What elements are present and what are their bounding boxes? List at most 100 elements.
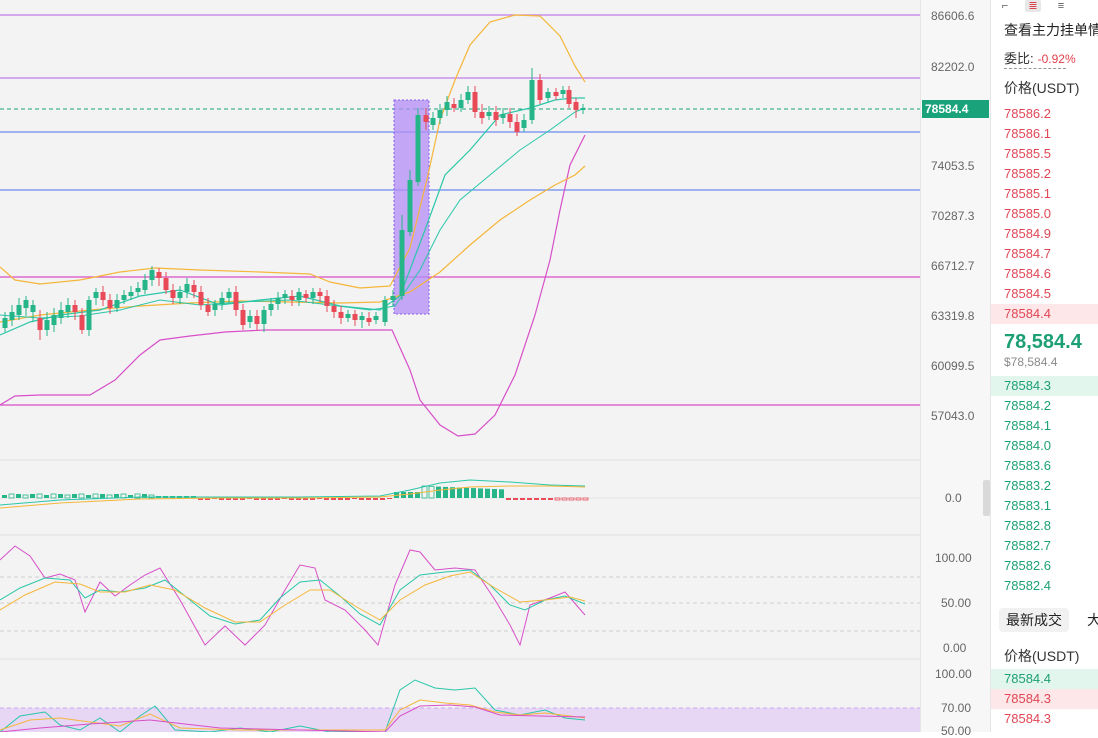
ask-price-row[interactable]: 78584.4	[1004, 304, 1051, 324]
candle-body	[580, 108, 586, 110]
candlestick-chart[interactable]	[0, 0, 920, 733]
macd-bar	[30, 494, 35, 498]
kdj-j-line	[0, 545, 586, 647]
view-large-orders-link[interactable]: 查看主力挂单情	[1004, 20, 1098, 40]
candle-body	[121, 295, 127, 300]
candle-body	[58, 310, 64, 318]
candle-body	[430, 118, 436, 125]
macd-bar	[575, 497, 582, 501]
pane-resize-handle[interactable]	[983, 480, 990, 516]
candle-body	[382, 300, 388, 322]
ask-price-row[interactable]: 78586.1	[1004, 124, 1051, 144]
candle-body	[465, 92, 471, 100]
view-both-icon[interactable]: ⌐	[997, 0, 1013, 12]
candle-body	[296, 292, 302, 300]
candle-body	[282, 294, 288, 298]
ask-price-row[interactable]: 78585.2	[1004, 164, 1051, 184]
candle-body	[529, 80, 535, 120]
candle-body	[493, 112, 499, 120]
bid-price-row[interactable]: 78582.7	[1004, 536, 1051, 556]
current-price-tag: 78584.4	[922, 100, 989, 118]
ma-teal-2	[0, 107, 586, 319]
candle-body	[423, 115, 429, 122]
trade-row: 78584.4	[1004, 671, 1051, 686]
bid-price-row[interactable]: 78582.8	[1004, 516, 1051, 536]
candle-body	[142, 280, 148, 290]
macd-bar	[428, 485, 435, 499]
candle-body	[51, 315, 57, 325]
candle-body	[521, 120, 527, 128]
candle-body	[128, 292, 134, 296]
ask-price-row[interactable]: 78584.7	[1004, 244, 1051, 264]
order-ratio: 委比: -0.92%	[1004, 48, 1076, 67]
ask-price-row[interactable]: 78585.5	[1004, 144, 1051, 164]
candle-body	[2, 318, 8, 328]
rsi-tick: 100.00	[935, 667, 972, 681]
macd-bar	[50, 493, 57, 499]
macd-bar	[387, 498, 392, 499]
macd-bar	[373, 498, 378, 500]
candle-body	[399, 230, 405, 296]
bollinger-lower	[0, 134, 586, 437]
price-tick: 66712.7	[931, 259, 975, 273]
macd-bar	[478, 488, 483, 498]
candle-body	[437, 110, 443, 118]
view-asks-icon[interactable]: ≣	[1025, 0, 1041, 12]
bid-price-row[interactable]: 78583.1	[1004, 496, 1051, 516]
candle-body	[390, 296, 396, 300]
macd-bar	[352, 498, 357, 499]
bid-price-row[interactable]: 78582.6	[1004, 556, 1051, 576]
chart-area[interactable]	[0, 0, 920, 733]
candle-body	[566, 90, 572, 104]
macd-bar	[338, 498, 343, 500]
candle-body	[289, 296, 295, 300]
macd-bar	[78, 493, 85, 499]
macd-bar	[324, 498, 329, 500]
candle-body	[310, 292, 316, 298]
candle-body	[444, 102, 450, 110]
candle-body	[507, 114, 513, 122]
candle-body	[317, 292, 323, 296]
candle-body	[16, 305, 22, 315]
candle-body	[226, 292, 232, 298]
kdj-tick: 0.00	[943, 641, 967, 655]
bollinger-upper	[0, 14, 586, 289]
bid-price-row[interactable]: 78584.3	[1004, 376, 1051, 396]
candle-body	[261, 310, 267, 324]
kdj-tick: 50.00	[941, 596, 972, 610]
macd-bar	[366, 498, 371, 500]
candle-body	[303, 294, 309, 298]
candle-body	[537, 80, 543, 100]
ask-price-row[interactable]: 78585.1	[1004, 184, 1051, 204]
tab-large-trades[interactable]: 大	[1087, 608, 1098, 632]
price-axis[interactable]: 86606.6 82202.0 74053.5 70287.3 66712.7 …	[920, 0, 991, 738]
ask-price-row[interactable]: 78584.6	[1004, 264, 1051, 284]
bid-price-row[interactable]: 78584.2	[1004, 396, 1051, 416]
candle-body	[86, 300, 92, 330]
macd-bar	[331, 498, 336, 500]
ask-price-row[interactable]: 78584.9	[1004, 224, 1051, 244]
ask-price-row[interactable]: 78584.5	[1004, 284, 1051, 304]
candle-body	[212, 304, 218, 310]
candle-body	[458, 100, 464, 108]
view-bids-icon[interactable]: ≡	[1053, 0, 1069, 12]
candle-body	[114, 300, 120, 308]
macd-bar	[92, 493, 99, 499]
order-book-panel: ⌐ ≣ ≡ 查看主力挂单情 委比: -0.92% 价格(USDT) 78,584.…	[990, 0, 1098, 732]
bid-price-row[interactable]: 78584.0	[1004, 436, 1051, 456]
candle-body	[240, 310, 246, 325]
macd-bar	[457, 487, 462, 498]
macd-bar	[44, 495, 49, 498]
bid-price-row[interactable]: 78583.6	[1004, 456, 1051, 476]
ask-price-row[interactable]: 78586.2	[1004, 104, 1051, 124]
price-tick: 74053.5	[931, 159, 975, 173]
tab-latest-trades[interactable]: 最新成交	[999, 608, 1069, 632]
candle-body	[254, 316, 260, 324]
macd-bar	[359, 498, 364, 500]
bid-price-row[interactable]: 78584.1	[1004, 416, 1051, 436]
bid-price-row[interactable]: 78583.2	[1004, 476, 1051, 496]
candle-body	[107, 300, 113, 308]
ask-price-row[interactable]: 78585.0	[1004, 204, 1051, 224]
candle-body	[219, 298, 225, 304]
bid-price-row[interactable]: 78582.4	[1004, 576, 1051, 596]
